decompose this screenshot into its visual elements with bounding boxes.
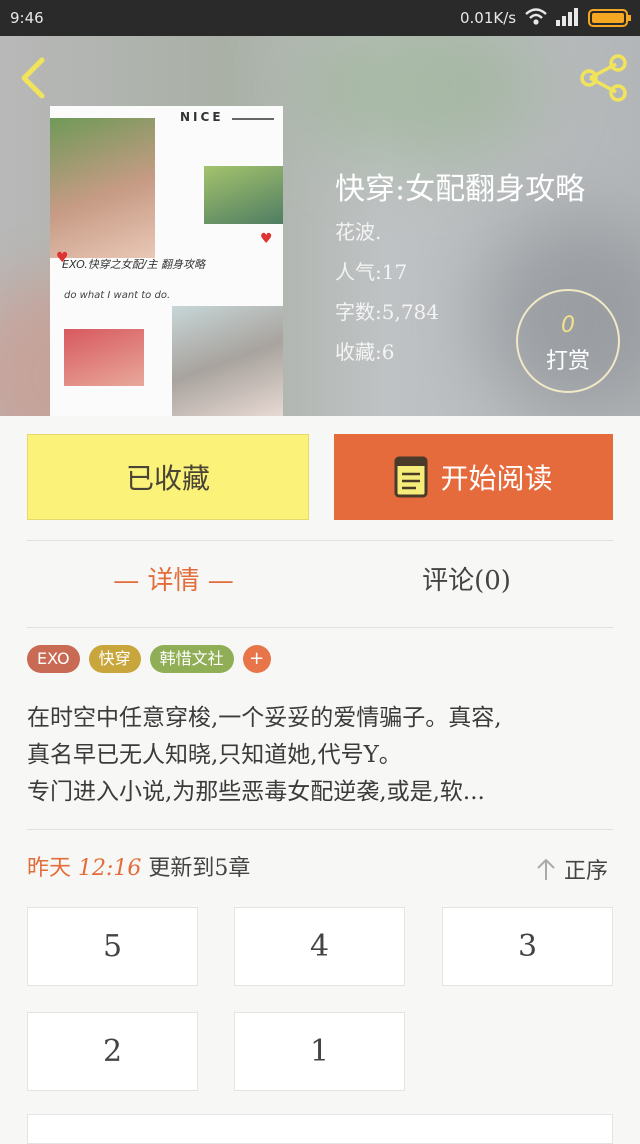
tag-club[interactable]: 韩惜文社 (149, 645, 234, 673)
book-author[interactable]: 花波. (335, 216, 381, 245)
book-cover[interactable]: NICE ♥ ♥ EXO.快穿之女配/主 翻身攻略 do what I want… (50, 106, 283, 416)
book-title: 快穿:女配翻身攻略 (335, 172, 586, 207)
divider (27, 540, 613, 541)
battery-icon (588, 9, 631, 27)
network-speed: 0.01K/s (460, 9, 517, 27)
tag-list: EXO 快穿 韩惜文社 + (27, 645, 271, 675)
cover-caption: do what I want to do. (64, 290, 171, 301)
reward-button[interactable]: 0 打赏 (516, 289, 620, 393)
book-word-count: 字数:5,784 (335, 300, 439, 324)
tag-quick-wear[interactable]: 快穿 (88, 645, 141, 673)
chapter-button[interactable]: 5 (27, 907, 198, 986)
cover-photo (64, 329, 144, 386)
start-reading-button[interactable]: 开始阅读 (334, 434, 613, 520)
divider (27, 829, 613, 830)
wifi-icon (525, 8, 547, 25)
arrow-up-icon (537, 858, 555, 880)
chapter-button[interactable]: 1 (234, 1012, 405, 1091)
book-header: NICE ♥ ♥ EXO.快穿之女配/主 翻身攻略 do what I want… (0, 36, 640, 416)
back-icon[interactable] (14, 56, 54, 100)
cover-caption: EXO.快穿之女配/主 翻身攻略 (62, 258, 206, 271)
tag-exo[interactable]: EXO (27, 645, 80, 673)
cover-photo (204, 166, 283, 224)
sort-order-toggle[interactable]: 正序 (536, 853, 608, 885)
synopsis-line: 专门进入小说,为那些恶毒女配逆袭,或是,软... (27, 779, 485, 805)
status-bar: 9:46 0.01K/s (0, 0, 640, 36)
chapter-button[interactable]: 4 (234, 907, 405, 986)
add-tag-button[interactable]: + (242, 645, 271, 673)
book-synopsis[interactable]: 在时空中任意穿梭,一个妥妥的爱情骗子。真容, 真名早已无人知晓,只知道她,代号Y… (27, 700, 617, 811)
update-info: 昨天 12:16 更新到5章 (27, 850, 250, 882)
update-day: 昨天 (27, 856, 72, 881)
synopsis-line: 真名早已无人知晓,只知道她,代号Y。 (27, 742, 402, 768)
status-time: 9:46 (10, 9, 44, 27)
signal-icon (556, 8, 578, 26)
tab-details[interactable]: — 详情 — (27, 560, 320, 597)
reward-count: 0 (561, 313, 575, 338)
tab-comments[interactable]: 评论(0) (320, 560, 613, 597)
more-chapters-button[interactable] (27, 1114, 613, 1144)
reward-label: 打赏 (545, 349, 590, 374)
chapter-button[interactable]: 2 (27, 1012, 198, 1091)
book-favorites: 收藏:6 (335, 340, 395, 364)
book-popularity: 人气:17 (335, 260, 408, 284)
synopsis-line: 在时空中任意穿梭,一个妥妥的爱情骗子。真容, (27, 705, 502, 731)
cover-photo (50, 118, 155, 258)
update-text: 更新到5章 (148, 856, 251, 881)
collected-label: 已收藏 (125, 462, 210, 495)
start-reading-label: 开始阅读 (440, 462, 553, 495)
share-icon[interactable] (578, 52, 630, 104)
chapter-button[interactable]: 3 (442, 907, 613, 986)
cover-nice-text: NICE (180, 110, 224, 124)
collected-button[interactable]: 已收藏 (27, 434, 309, 520)
cover-photo (172, 306, 283, 416)
sort-order-label: 正序 (564, 859, 609, 884)
heart-icon: ♥ (260, 231, 273, 247)
update-time: 12:16 (78, 856, 142, 881)
divider (27, 627, 613, 628)
book-icon (394, 456, 428, 498)
